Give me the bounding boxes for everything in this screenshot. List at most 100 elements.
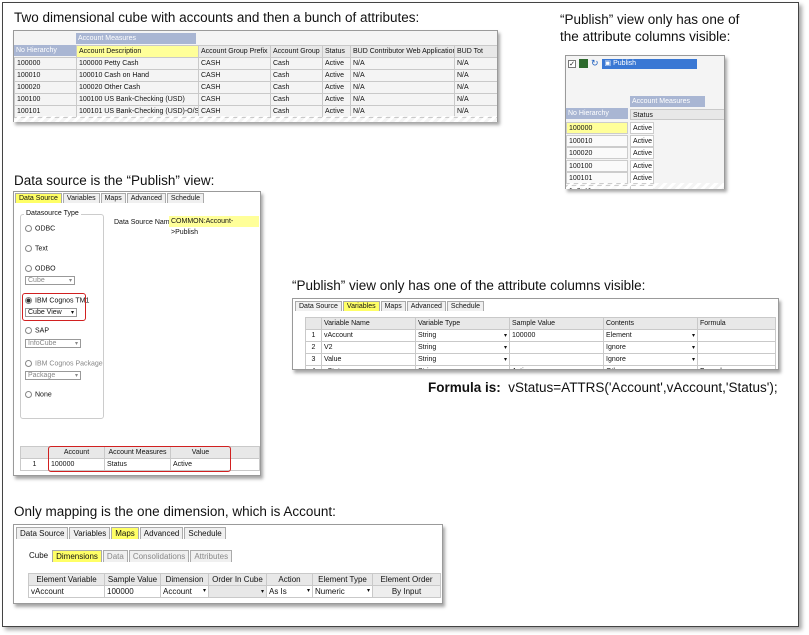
table-cell[interactable]: Element ▾ — [603, 329, 698, 342]
maps-col-header[interactable]: Dimension — [160, 573, 209, 586]
order-in-cube-cell[interactable]: ▾ — [208, 585, 267, 598]
chevron-down-icon[interactable]: ▾ — [367, 587, 370, 594]
table-cell[interactable] — [697, 353, 776, 366]
publish-row-header-cell[interactable]: 100110 — [566, 184, 628, 189]
element-type-cell[interactable]: Numeric ▾ — [312, 585, 373, 598]
row-header-cell[interactable]: 100101 — [14, 105, 77, 118]
tab-maps[interactable]: Maps — [380, 301, 406, 311]
cube-col-header[interactable]: Account Group — [270, 45, 323, 58]
maps-col-header[interactable]: Sample Value — [104, 573, 161, 586]
var-col-header[interactable]: Formula — [697, 317, 776, 330]
table-cell[interactable]: CASH — [198, 57, 271, 70]
table-cell[interactable]: N/A — [350, 93, 455, 106]
sample-value-cell[interactable]: 100000 — [104, 585, 161, 598]
tab-schedule[interactable]: Schedule — [184, 527, 226, 539]
publish-row-header-cell[interactable]: 100100 — [566, 159, 628, 172]
maps-col-header[interactable]: Element Type — [312, 573, 373, 586]
table-cell[interactable]: N/A — [350, 69, 455, 82]
chevron-down-icon[interactable]: ▾ — [692, 344, 695, 351]
table-cell[interactable]: 100000 — [509, 329, 604, 342]
view-selector[interactable]: ▣ Publish — [601, 58, 697, 69]
tab-schedule[interactable]: Schedule — [446, 301, 485, 311]
cube-col-header[interactable]: BUD Tot — [454, 45, 497, 58]
table-cell[interactable]: Formula — [697, 365, 776, 369]
chevron-down-icon[interactable]: ▾ — [692, 332, 695, 339]
cube-col-header[interactable]: Account Group Prefix — [198, 45, 271, 58]
table-cell[interactable]: N/A — [350, 81, 455, 94]
table-cell[interactable]: 100010 Cash on Hand — [76, 69, 199, 82]
table-cell[interactable]: N/A — [454, 81, 497, 94]
radio-package[interactable]: IBM Cognos Package — [25, 360, 103, 367]
table-cell[interactable]: N/A — [454, 57, 497, 70]
tab-advanced[interactable]: Advanced — [126, 193, 166, 203]
table-cell[interactable]: 100000 Petty Cash — [76, 57, 199, 70]
table-cell[interactable] — [509, 341, 604, 354]
table-cell[interactable]: Active — [322, 69, 351, 82]
cube-col-header[interactable]: Account Description — [76, 45, 199, 58]
publish-status-cell[interactable]: Active — [630, 134, 654, 147]
table-cell[interactable]: vStatus — [321, 365, 416, 369]
cube-col-header[interactable]: Status — [322, 45, 351, 58]
maps-col-header[interactable]: Order In Cube — [208, 573, 267, 586]
tab-variables[interactable]: Variables — [342, 301, 380, 311]
table-cell[interactable]: Active — [322, 57, 351, 70]
tab-variables[interactable]: Variables — [62, 193, 100, 203]
table-cell[interactable]: Active — [322, 93, 351, 106]
table-cell[interactable]: Cash — [270, 57, 323, 70]
sap-combo[interactable]: InfoCube ▾ — [25, 339, 81, 348]
var-col-header[interactable]: Sample Value — [509, 317, 604, 330]
chevron-down-icon[interactable]: ▾ — [692, 356, 695, 363]
subtab-data[interactable]: Data — [102, 550, 128, 562]
publish-row-header-cell[interactable]: 100101 — [566, 172, 628, 184]
subtab-consolidations[interactable]: Consolidations — [128, 550, 190, 562]
table-cell[interactable] — [697, 341, 776, 354]
tab-variables[interactable]: Variables — [69, 527, 111, 539]
table-cell[interactable]: Other ▾ — [603, 365, 698, 369]
var-col-header[interactable]: Variable Type — [415, 317, 510, 330]
var-col-header[interactable]: Contents — [603, 317, 698, 330]
table-cell[interactable]: Cash — [270, 93, 323, 106]
table-cell[interactable]: CASH — [198, 93, 271, 106]
tab-data-source[interactable]: Data Source — [295, 301, 342, 311]
row-header-cell[interactable]: 100100 — [14, 93, 77, 106]
table-cell[interactable]: 100101 US Bank-Checking (USD)-O/S — [76, 105, 199, 118]
table-cell[interactable]: Active — [322, 81, 351, 94]
table-cell[interactable]: Cash — [270, 81, 323, 94]
table-cell[interactable] — [509, 353, 604, 366]
table-cell[interactable]: String ▾ — [415, 341, 510, 354]
table-cell[interactable]: N/A — [454, 93, 497, 106]
save-icon[interactable] — [579, 59, 588, 68]
chevron-down-icon[interactable]: ▾ — [203, 587, 206, 594]
table-cell[interactable] — [697, 329, 776, 342]
table-cell[interactable]: CASH — [198, 81, 271, 94]
table-cell[interactable]: Ignore ▾ — [603, 353, 698, 366]
table-cell[interactable]: N/A — [454, 69, 497, 82]
subtab-attributes[interactable]: Attributes — [190, 550, 233, 562]
maps-col-header[interactable]: Element Order — [372, 573, 441, 586]
tab-schedule[interactable]: Schedule — [166, 193, 205, 203]
table-cell[interactable]: Ignore ▾ — [603, 341, 698, 354]
element-variable-cell[interactable]: vAccount — [28, 585, 105, 598]
publish-status-cell[interactable]: Active — [630, 184, 654, 189]
table-cell[interactable]: Active — [322, 105, 351, 118]
row-header-cell[interactable]: 100010 — [14, 69, 77, 82]
radio-odbc[interactable]: ODBC — [25, 225, 55, 232]
tab-maps[interactable]: Maps — [111, 527, 139, 539]
table-cell[interactable]: String ▾ — [415, 329, 510, 342]
table-cell[interactable]: N/A — [454, 105, 497, 118]
publish-row-header-cell[interactable]: 100010 — [566, 134, 628, 147]
refresh-icon[interactable]: ↻ — [591, 58, 599, 69]
table-cell[interactable]: 100020 Other Cash — [76, 81, 199, 94]
table-cell[interactable]: CASH — [198, 69, 271, 82]
tab-data-source[interactable]: Data Source — [15, 193, 62, 203]
maps-col-header[interactable]: Element Variable — [28, 573, 105, 586]
table-cell[interactable]: V2 — [321, 341, 416, 354]
chevron-down-icon[interactable]: ▾ — [261, 588, 264, 595]
publish-status-cell[interactable]: Active — [630, 122, 654, 134]
cube-col-header[interactable]: BUD Contributor Web Application — [350, 45, 455, 58]
subtab-dimensions[interactable]: Dimensions — [52, 550, 102, 562]
element-order-button[interactable]: By Input — [372, 585, 441, 598]
table-cell[interactable]: Cash — [270, 69, 323, 82]
publish-status-cell[interactable]: Active — [630, 159, 654, 172]
table-cell[interactable]: 100100 US Bank-Checking (USD) — [76, 93, 199, 106]
